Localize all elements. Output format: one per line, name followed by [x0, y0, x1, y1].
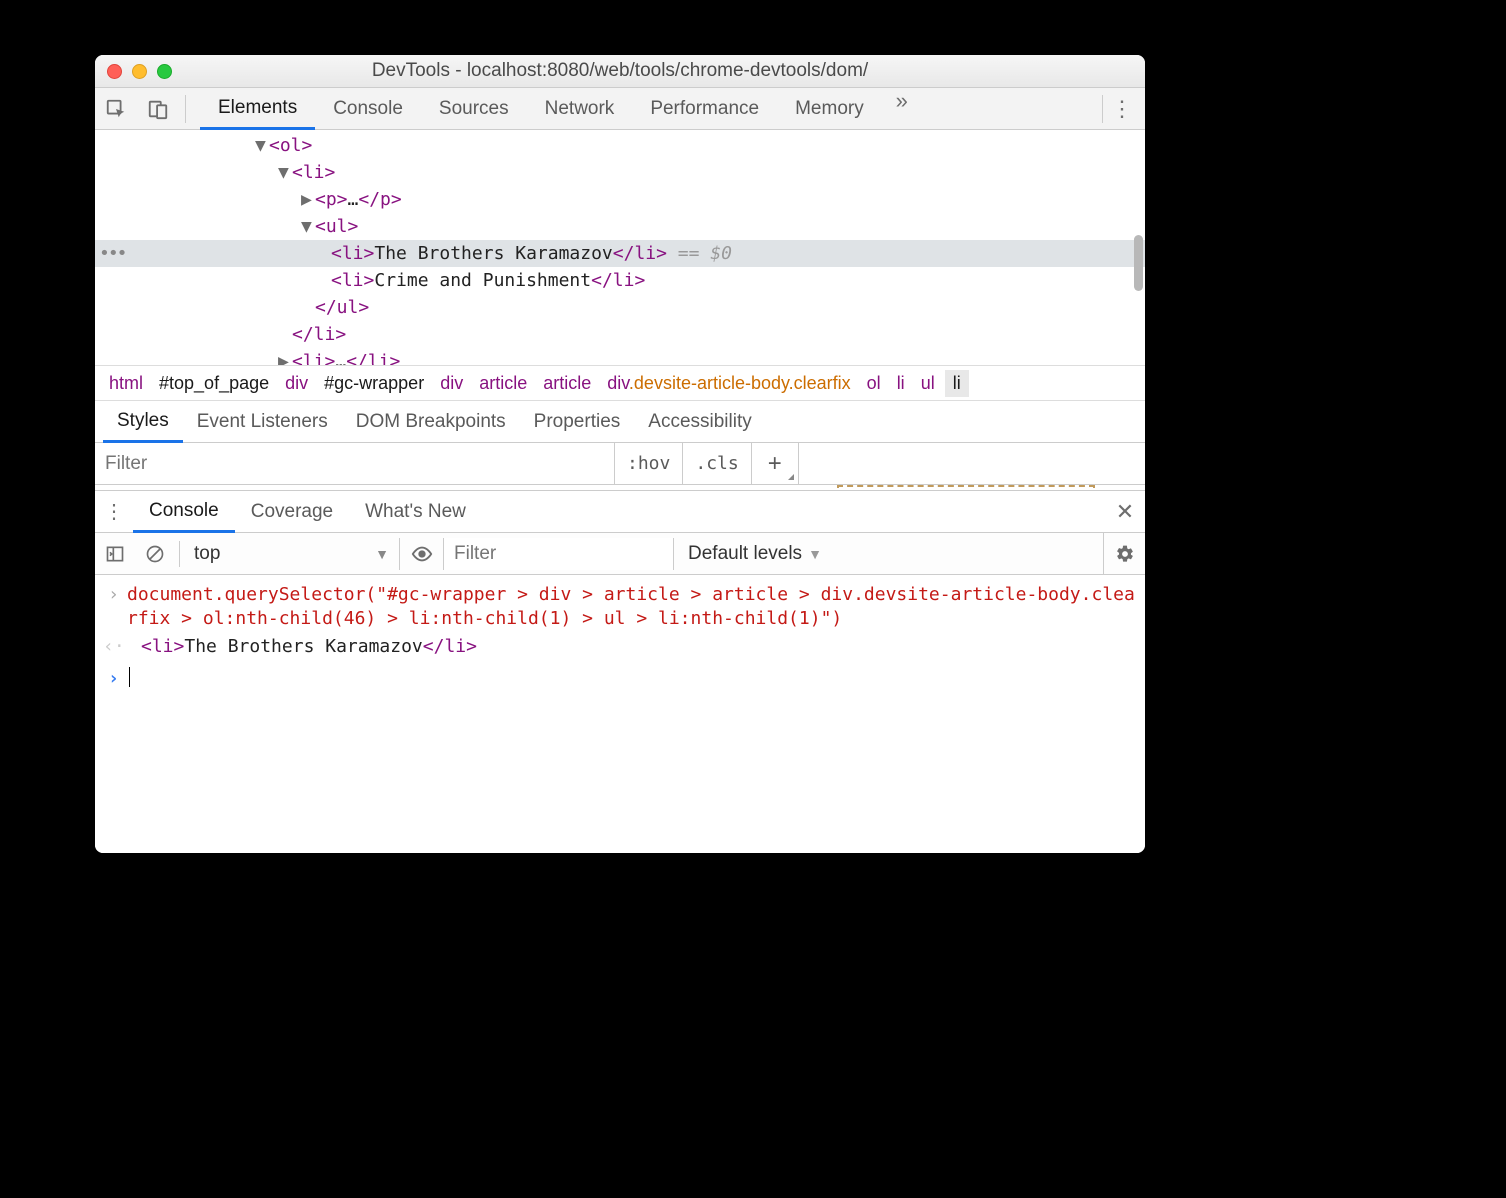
crumb[interactable]: #gc-wrapper: [318, 370, 430, 397]
styles-tabs: Styles Event Listeners DOM Breakpoints P…: [95, 401, 1145, 443]
console-drawer: ⋮ Console Coverage What's New ✕ top ▼: [95, 490, 1145, 853]
chevron-down-icon: ▼: [375, 546, 389, 562]
console-sidebar-toggle-icon[interactable]: [95, 533, 135, 575]
console-input-row: › document.querySelector("#gc-wrapper > …: [103, 581, 1137, 633]
live-expression-icon[interactable]: [400, 538, 444, 570]
dom-node[interactable]: </li>: [95, 321, 1145, 348]
dom-tree[interactable]: ▼<ol> ▼<li> ▶<p>…</p> ▼<ul> <li>The Brot…: [95, 130, 1145, 365]
tab-elements[interactable]: Elements: [200, 88, 315, 130]
drawer-tabs: ⋮ Console Coverage What's New ✕: [95, 491, 1145, 533]
clear-console-icon[interactable]: [135, 533, 175, 575]
window-title: DevTools - localhost:8080/web/tools/chro…: [95, 60, 1145, 82]
crumb[interactable]: article: [537, 370, 597, 397]
hov-toggle[interactable]: :hov: [615, 443, 683, 484]
dom-node[interactable]: </ul>: [95, 294, 1145, 321]
titlebar: DevTools - localhost:8080/web/tools/chro…: [95, 55, 1145, 88]
crumb[interactable]: ul: [915, 370, 941, 397]
text-cursor: [129, 667, 130, 687]
dom-node[interactable]: <li>Crime and Punishment</li>: [95, 267, 1145, 294]
cls-toggle[interactable]: .cls: [683, 443, 751, 484]
crumb[interactable]: div: [279, 370, 314, 397]
tab-memory[interactable]: Memory: [777, 88, 882, 130]
traffic-lights: [107, 64, 172, 79]
console-prompt-row[interactable]: ›: [103, 661, 1137, 693]
levels-label: Default levels: [688, 543, 802, 565]
crumb[interactable]: ol: [861, 370, 887, 397]
console-settings-icon[interactable]: [1103, 533, 1145, 575]
crumb[interactable]: div: [434, 370, 469, 397]
tab-sources[interactable]: Sources: [421, 88, 527, 130]
main-toolbar: Elements Console Sources Network Perform…: [95, 88, 1145, 130]
styles-body: [95, 485, 1145, 490]
execution-context-select[interactable]: top ▼: [184, 538, 400, 570]
settings-menu-icon[interactable]: ⋮: [1103, 96, 1141, 122]
crumb[interactable]: div.devsite-article-body.clearfix: [601, 370, 856, 397]
separator: [179, 541, 180, 567]
subtab-styles[interactable]: Styles: [103, 401, 183, 443]
subtab-properties[interactable]: Properties: [520, 401, 635, 443]
chevron-down-icon: ▼: [808, 546, 822, 562]
dom-node[interactable]: ▼<ul>: [95, 213, 1145, 240]
dom-node[interactable]: ▼<li>: [95, 159, 1145, 186]
context-label: top: [194, 543, 220, 565]
console-output[interactable]: › document.querySelector("#gc-wrapper > …: [95, 575, 1145, 853]
crumb[interactable]: article: [473, 370, 533, 397]
dom-node[interactable]: ▶<p>…</p>: [95, 186, 1145, 213]
main-tabs: Elements Console Sources Network Perform…: [200, 88, 1102, 130]
close-drawer-icon[interactable]: ✕: [1105, 499, 1145, 525]
inspect-element-icon[interactable]: [95, 88, 137, 130]
chevron-right-icon: ›: [103, 583, 119, 631]
more-tabs-icon[interactable]: »: [882, 88, 922, 130]
minimize-window-icon[interactable]: [132, 64, 147, 79]
console-input-text: document.querySelector("#gc-wrapper > di…: [127, 583, 1137, 631]
scrollbar-thumb[interactable]: [1134, 235, 1143, 291]
dom-node[interactable]: ▶<li>…</li>: [95, 348, 1145, 365]
tab-console[interactable]: Console: [315, 88, 421, 130]
log-levels-select[interactable]: Default levels ▼: [674, 543, 836, 565]
subtab-event-listeners[interactable]: Event Listeners: [183, 401, 342, 443]
console-return-row: ‹· <li>The Brothers Karamazov</li>: [103, 633, 1137, 661]
crumb[interactable]: html: [103, 370, 149, 397]
device-toggle-icon[interactable]: [137, 88, 179, 130]
dom-node-selected[interactable]: <li>The Brothers Karamazov</li> == $0: [95, 240, 1145, 267]
console-return-value[interactable]: <li>The Brothers Karamazov</li>: [127, 635, 477, 659]
maximize-window-icon[interactable]: [157, 64, 172, 79]
styles-filter-input[interactable]: [95, 443, 615, 484]
crumb[interactable]: #top_of_page: [153, 370, 275, 397]
prompt-chevron-icon: ›: [103, 667, 119, 691]
tab-network[interactable]: Network: [527, 88, 633, 130]
drawer-tab-whatsnew[interactable]: What's New: [349, 491, 482, 533]
close-window-icon[interactable]: [107, 64, 122, 79]
new-style-rule-icon[interactable]: +: [752, 443, 799, 484]
console-toolbar: top ▼ Default levels ▼: [95, 533, 1145, 575]
return-arrow-icon: ‹·: [103, 635, 119, 659]
breadcrumb: html #top_of_page div #gc-wrapper div ar…: [95, 365, 1145, 401]
box-model-fragment: [837, 485, 1095, 488]
devtools-window: DevTools - localhost:8080/web/tools/chro…: [95, 55, 1145, 853]
styles-filter-row: :hov .cls +: [95, 443, 1145, 485]
console-filter-input[interactable]: [444, 538, 674, 570]
subtab-accessibility[interactable]: Accessibility: [634, 401, 765, 443]
separator: [185, 95, 186, 123]
crumb-current[interactable]: li: [945, 370, 969, 397]
subtab-dom-breakpoints[interactable]: DOM Breakpoints: [342, 401, 520, 443]
drawer-tab-coverage[interactable]: Coverage: [235, 491, 349, 533]
crumb[interactable]: li: [891, 370, 911, 397]
tab-performance[interactable]: Performance: [632, 88, 777, 130]
drawer-tab-console[interactable]: Console: [133, 491, 235, 533]
drawer-menu-icon[interactable]: ⋮: [95, 499, 133, 524]
dom-node[interactable]: ▼<ol>: [95, 132, 1145, 159]
